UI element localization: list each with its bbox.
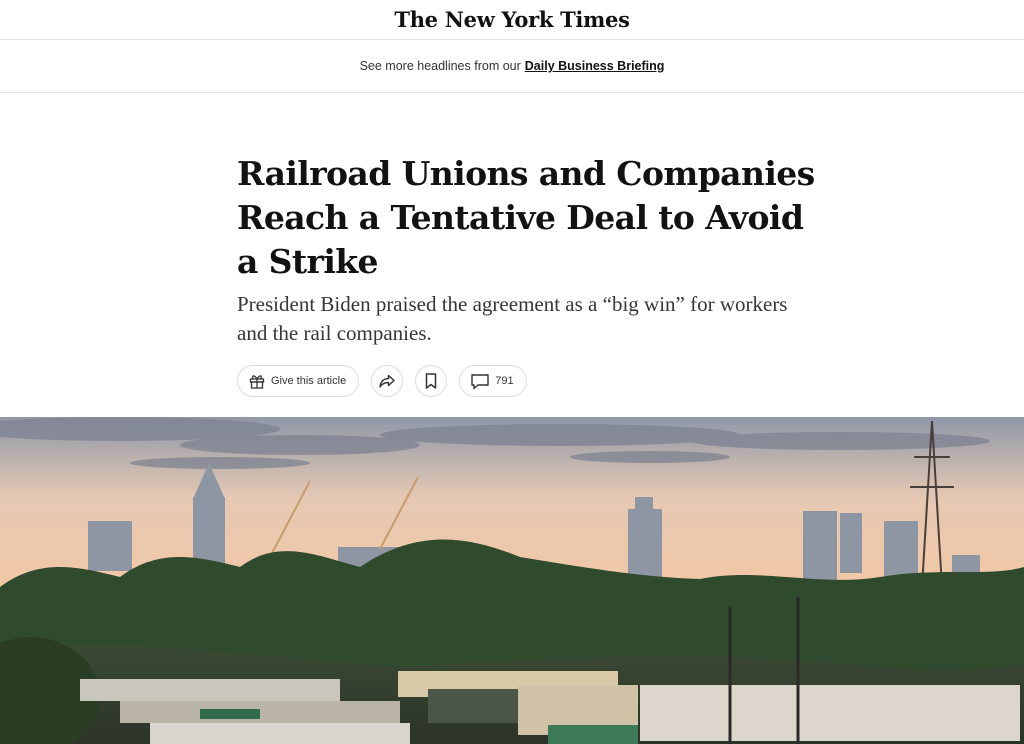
article-photo [0, 417, 1024, 744]
share-button[interactable] [371, 365, 404, 397]
gift-icon [248, 372, 266, 390]
nyt-logo[interactable]: The New York Times [394, 7, 630, 32]
comment-icon [470, 372, 490, 390]
masthead: The New York Times [0, 0, 1024, 40]
bookmark-icon [423, 372, 439, 390]
gift-label: Give this article [271, 375, 347, 387]
daily-business-briefing-link[interactable]: Daily Business Briefing [525, 59, 665, 73]
article-header: Railroad Unions and Companies Reach a Te… [237, 152, 817, 348]
save-button[interactable] [415, 365, 448, 397]
gift-article-button[interactable]: Give this article [237, 365, 360, 397]
briefing-prefix: See more headlines from our [359, 59, 521, 73]
headline: Railroad Unions and Companies Reach a Te… [237, 154, 815, 281]
article-actions: Give this article 791 [237, 365, 527, 397]
comment-count: 791 [495, 375, 514, 387]
share-icon [378, 372, 396, 390]
comments-button[interactable]: 791 [459, 365, 527, 397]
briefing-bar: See more headlines from our Daily Busine… [0, 40, 1024, 93]
summary: President Biden praised the agreement as… [237, 292, 788, 345]
